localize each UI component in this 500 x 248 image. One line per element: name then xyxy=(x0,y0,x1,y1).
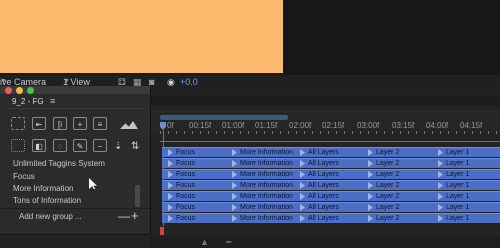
ruler-label: 04:15f xyxy=(460,121,483,130)
layer-marker-label[interactable]: Layer 2 xyxy=(368,159,399,168)
tag-plus-icon[interactable]: + xyxy=(73,117,87,130)
marker-line xyxy=(160,141,500,142)
layer-marker-label[interactable]: All Layers xyxy=(300,148,339,157)
ruler-label: 04:00f xyxy=(426,121,449,130)
layer-marker-label[interactable]: More Information xyxy=(232,181,293,190)
ruler-label: 0f xyxy=(167,121,174,130)
ruler-label: 00:15f xyxy=(189,121,212,130)
layer-marker-label[interactable]: Layer 1 xyxy=(438,170,469,179)
sort-icon[interactable]: ⇅ xyxy=(131,141,139,152)
layer-marker-label[interactable]: All Layers xyxy=(300,192,339,201)
layer-marker-label[interactable]: Layer 2 xyxy=(368,148,399,157)
select-layers-icon[interactable] xyxy=(11,139,25,152)
layer-marker-label[interactable]: Layer 1 xyxy=(438,148,469,157)
layer-marker-label[interactable]: Layer 1 xyxy=(438,214,469,223)
tag-item[interactable]: More Information xyxy=(13,184,73,193)
layer-marker-label[interactable]: Layer 1 xyxy=(438,159,469,168)
layer-bar[interactable]: Focus More Information All Layers Layer … xyxy=(162,180,500,190)
tag-item[interactable]: Focus xyxy=(13,172,35,181)
layer-bar[interactable]: Focus More Information All Layers Layer … xyxy=(162,202,500,212)
layer-marker-label[interactable]: More Information xyxy=(232,214,293,223)
select-all-icon[interactable] xyxy=(11,117,25,130)
panel-title: 9_2 - FG xyxy=(12,97,44,106)
layer-bar[interactable]: Focus More Information All Layers Layer … xyxy=(162,147,500,157)
ruler-label: 01:00f xyxy=(222,121,245,130)
layer-bar[interactable]: Focus More Information All Layers Layer … xyxy=(162,158,500,168)
layer-marker-label[interactable]: All Layers xyxy=(300,203,339,212)
minimize-window-icon[interactable] xyxy=(16,87,23,94)
playhead-line xyxy=(163,130,164,226)
layer-marker-label[interactable]: Focus xyxy=(168,181,195,190)
tag-item[interactable]: Unlimited Taggins System xyxy=(13,159,105,168)
work-area-bar[interactable] xyxy=(160,115,288,120)
tag-remove-icon[interactable]: − xyxy=(93,139,107,152)
panel-menu-icon[interactable]: ≡ xyxy=(50,96,55,106)
zoom-slider-icon[interactable]: ━ xyxy=(226,237,231,248)
layer-marker-label[interactable]: All Layers xyxy=(300,170,339,179)
layer-marker-label[interactable]: Focus xyxy=(168,203,195,212)
arrow-down-icon[interactable]: ⇣ xyxy=(114,141,122,152)
tag-edit-icon[interactable]: ✎ xyxy=(73,139,87,152)
add-group-button[interactable]: + xyxy=(131,208,139,223)
ruler-label: 03:15f xyxy=(392,121,415,130)
layer-marker-label[interactable]: More Information xyxy=(232,192,293,201)
layer-marker-label[interactable]: More Information xyxy=(232,203,293,212)
close-window-icon[interactable] xyxy=(5,87,12,94)
layer-bar[interactable]: Focus More Information All Layers Layer … xyxy=(162,191,500,201)
current-time-marker xyxy=(160,227,164,235)
layer-marker-label[interactable]: More Information xyxy=(232,159,293,168)
exposure-icon[interactable]: ◉ xyxy=(167,75,175,89)
layer-marker-label[interactable]: Layer 2 xyxy=(368,192,399,201)
layer-marker-label[interactable]: Focus xyxy=(168,214,195,223)
list-icon[interactable]: ≡ xyxy=(93,117,107,130)
ruler-label: 01:15f xyxy=(255,121,278,130)
layer-marker-label[interactable]: More Information xyxy=(232,170,293,179)
layer-tag-icon[interactable]: ◧ xyxy=(32,139,46,152)
zoom-window-icon[interactable] xyxy=(27,87,34,94)
layer-marker-label[interactable]: Focus xyxy=(168,192,195,201)
ruler-label: 02:15f xyxy=(322,121,345,130)
composition-canvas[interactable] xyxy=(0,0,283,73)
pasteboard xyxy=(283,0,500,75)
remove-group-button[interactable]: — xyxy=(118,209,130,223)
layer-marker-label[interactable]: Layer 1 xyxy=(438,192,469,201)
ruler-label: 03:00f xyxy=(357,121,380,130)
layer-marker-label[interactable]: Layer 1 xyxy=(438,181,469,190)
layer-marker-label[interactable]: Focus xyxy=(168,170,195,179)
layer-marker-label[interactable]: More Information xyxy=(232,148,293,157)
layer-marker-label[interactable]: Layer 2 xyxy=(368,170,399,179)
timeline-header xyxy=(150,96,500,106)
layer-bar[interactable]: Focus More Information All Layers Layer … xyxy=(162,169,500,179)
layer-marker-label[interactable]: Layer 2 xyxy=(368,181,399,190)
layer-marker-label[interactable]: Layer 1 xyxy=(438,203,469,212)
bracket-icon[interactable]: [i xyxy=(53,117,67,130)
layer-marker-label[interactable]: All Layers xyxy=(300,159,339,168)
scrollbar[interactable] xyxy=(135,185,140,207)
divider xyxy=(8,108,146,109)
exposure-value[interactable]: +0.0 xyxy=(180,75,198,89)
layer-marker-label[interactable]: All Layers xyxy=(300,214,339,223)
ruler-label: 02:00f xyxy=(289,121,312,130)
layer-marker-label[interactable]: Focus xyxy=(168,159,195,168)
tag-item[interactable]: Tons of Information xyxy=(13,196,81,205)
tag-clear-icon[interactable]: ◌ xyxy=(53,139,67,152)
zoom-out-icon[interactable]: ▲ xyxy=(200,237,209,247)
ruler-ticks xyxy=(160,131,500,134)
layer-marker-label[interactable]: Layer 2 xyxy=(368,203,399,212)
layer-marker-label[interactable]: Layer 2 xyxy=(368,214,399,223)
layer-marker-label[interactable]: Focus xyxy=(168,148,195,157)
add-group-field[interactable]: Add new group ... xyxy=(19,212,82,221)
layer-bar[interactable]: Focus More Information All Layers Layer … xyxy=(162,213,500,223)
layer-marker-label[interactable]: All Layers xyxy=(300,181,339,190)
arrow-left-icon[interactable]: ⇤ xyxy=(32,117,46,130)
